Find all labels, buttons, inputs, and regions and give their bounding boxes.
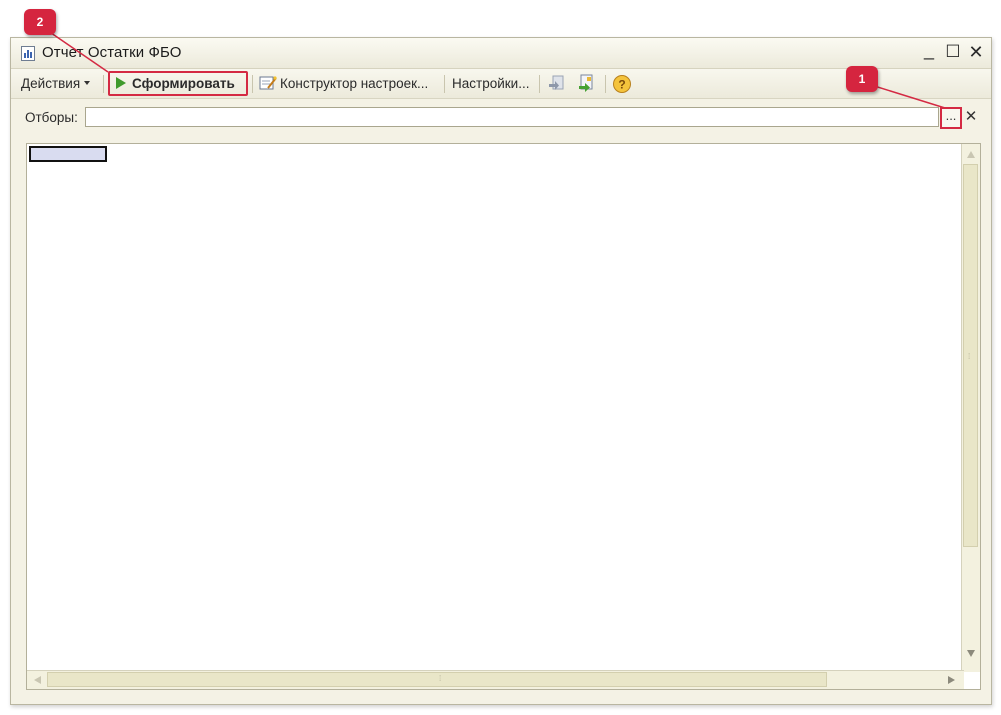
callout-marker-2: 2: [24, 9, 56, 35]
callout-pointers: [37, 23, 946, 109]
callout-marker-1: 1: [846, 66, 878, 92]
